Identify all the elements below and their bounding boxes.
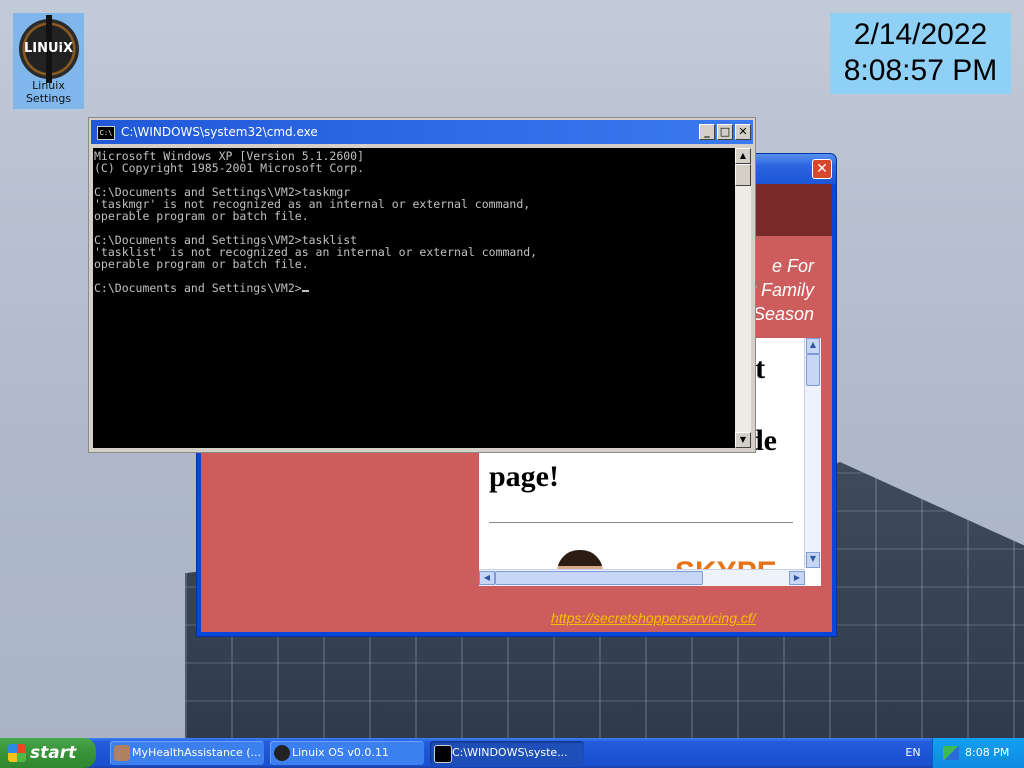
person-app-icon <box>114 745 130 761</box>
taskbar-item-label: C:\WINDOWS\syste... <box>452 746 568 759</box>
cmd-icon: C:\ <box>97 125 115 140</box>
taskbar-item-label: Linuix OS v0.0.11 <box>292 746 389 759</box>
system-tray: 8:08 PM <box>932 738 1024 768</box>
hscroll-thumb[interactable] <box>495 571 703 585</box>
popup-close-button[interactable]: ✕ <box>812 159 832 179</box>
tray-clock[interactable]: 8:08 PM <box>965 746 1009 759</box>
promo-line-1: e For <box>771 256 814 276</box>
clock-widget: 2/14/2022 8:08:57 PM <box>830 13 1011 94</box>
console-line: operable program or batch file. <box>94 209 309 223</box>
cmd-titlebar[interactable]: C:\ C:\WINDOWS\system32\cmd.exe _ □ ✕ <box>91 120 753 144</box>
inner-horizontal-scrollbar[interactable]: ◀ ▶ <box>479 569 805 586</box>
cmd-app-icon <box>434 745 452 763</box>
clock-time: 8:08:57 PM <box>843 54 998 87</box>
scroll-up-icon[interactable]: ▲ <box>735 148 751 164</box>
minimize-button[interactable]: _ <box>699 124 715 140</box>
linuix-logo-icon: LINUiX <box>18 15 79 83</box>
taskbar-item-myhealthassistance[interactable]: MyHealthAssistance (... <box>110 741 264 765</box>
console-prompt: C:\Documents and Settings\VM2> <box>94 281 302 295</box>
cmd-window[interactable]: C:\ C:\WINDOWS\system32\cmd.exe _ □ ✕ Mic… <box>88 117 756 453</box>
inner-divider <box>489 522 793 523</box>
scroll-thumb[interactable] <box>806 354 820 386</box>
taskbar-item-label: MyHealthAssistance (... <box>132 746 262 759</box>
taskbar-item-cmd[interactable]: C:\WINDOWS\syste... <box>430 741 584 765</box>
language-indicator[interactable]: EN <box>898 738 928 768</box>
start-label: start <box>30 743 77 763</box>
promo-line-3: Season <box>752 304 814 324</box>
text-cursor <box>301 290 309 292</box>
scroll-down-icon[interactable]: ▼ <box>735 432 751 448</box>
promo-line-2: r Family <box>750 280 814 300</box>
cmd-scroll-thumb[interactable] <box>735 164 751 186</box>
popup-promo-text: e For r Family Season <box>750 254 814 326</box>
linuix-app-icon <box>274 745 290 761</box>
windows-flag-icon <box>8 744 26 762</box>
scroll-right-icon[interactable]: ▶ <box>789 571 805 585</box>
console-prompt-line[interactable]: C:\Documents and Settings\VM2> <box>94 282 735 294</box>
inner-vertical-scrollbar[interactable]: ▲ ▼ <box>804 338 821 568</box>
cmd-vertical-scrollbar[interactable]: ▲ ▼ <box>735 148 751 448</box>
logo-text: LINUiX <box>23 41 74 56</box>
cmd-title: C:\WINDOWS\system32\cmd.exe <box>121 125 318 139</box>
inner-heading-3: page! <box>489 460 559 493</box>
start-button[interactable]: start <box>0 738 96 768</box>
taskbar: start MyHealthAssistance (... Linuix OS … <box>0 738 1024 768</box>
console-line: (C) Copyright 1985-2001 Microsoft Corp. <box>94 161 365 175</box>
maximize-button[interactable]: □ <box>717 124 733 140</box>
close-button[interactable]: ✕ <box>735 124 751 140</box>
clock-date: 2/14/2022 <box>853 18 988 51</box>
network-tray-icon[interactable] <box>943 746 959 760</box>
cmd-console-output[interactable]: Microsoft Windows XP [Version 5.1.2600](… <box>93 148 735 448</box>
taskbar-item-linuix-os[interactable]: Linuix OS v0.0.11 <box>270 741 424 765</box>
scroll-up-icon[interactable]: ▲ <box>806 338 820 354</box>
desktop-icon-linuix-settings[interactable]: LINUiX Linuix Settings <box>13 13 84 109</box>
console-line: operable program or batch file. <box>94 257 309 271</box>
popup-url-link[interactable]: https://secretshopperservicing.cf/ <box>551 610 756 626</box>
scroll-left-icon[interactable]: ◀ <box>479 571 495 585</box>
scroll-down-icon[interactable]: ▼ <box>806 552 820 568</box>
